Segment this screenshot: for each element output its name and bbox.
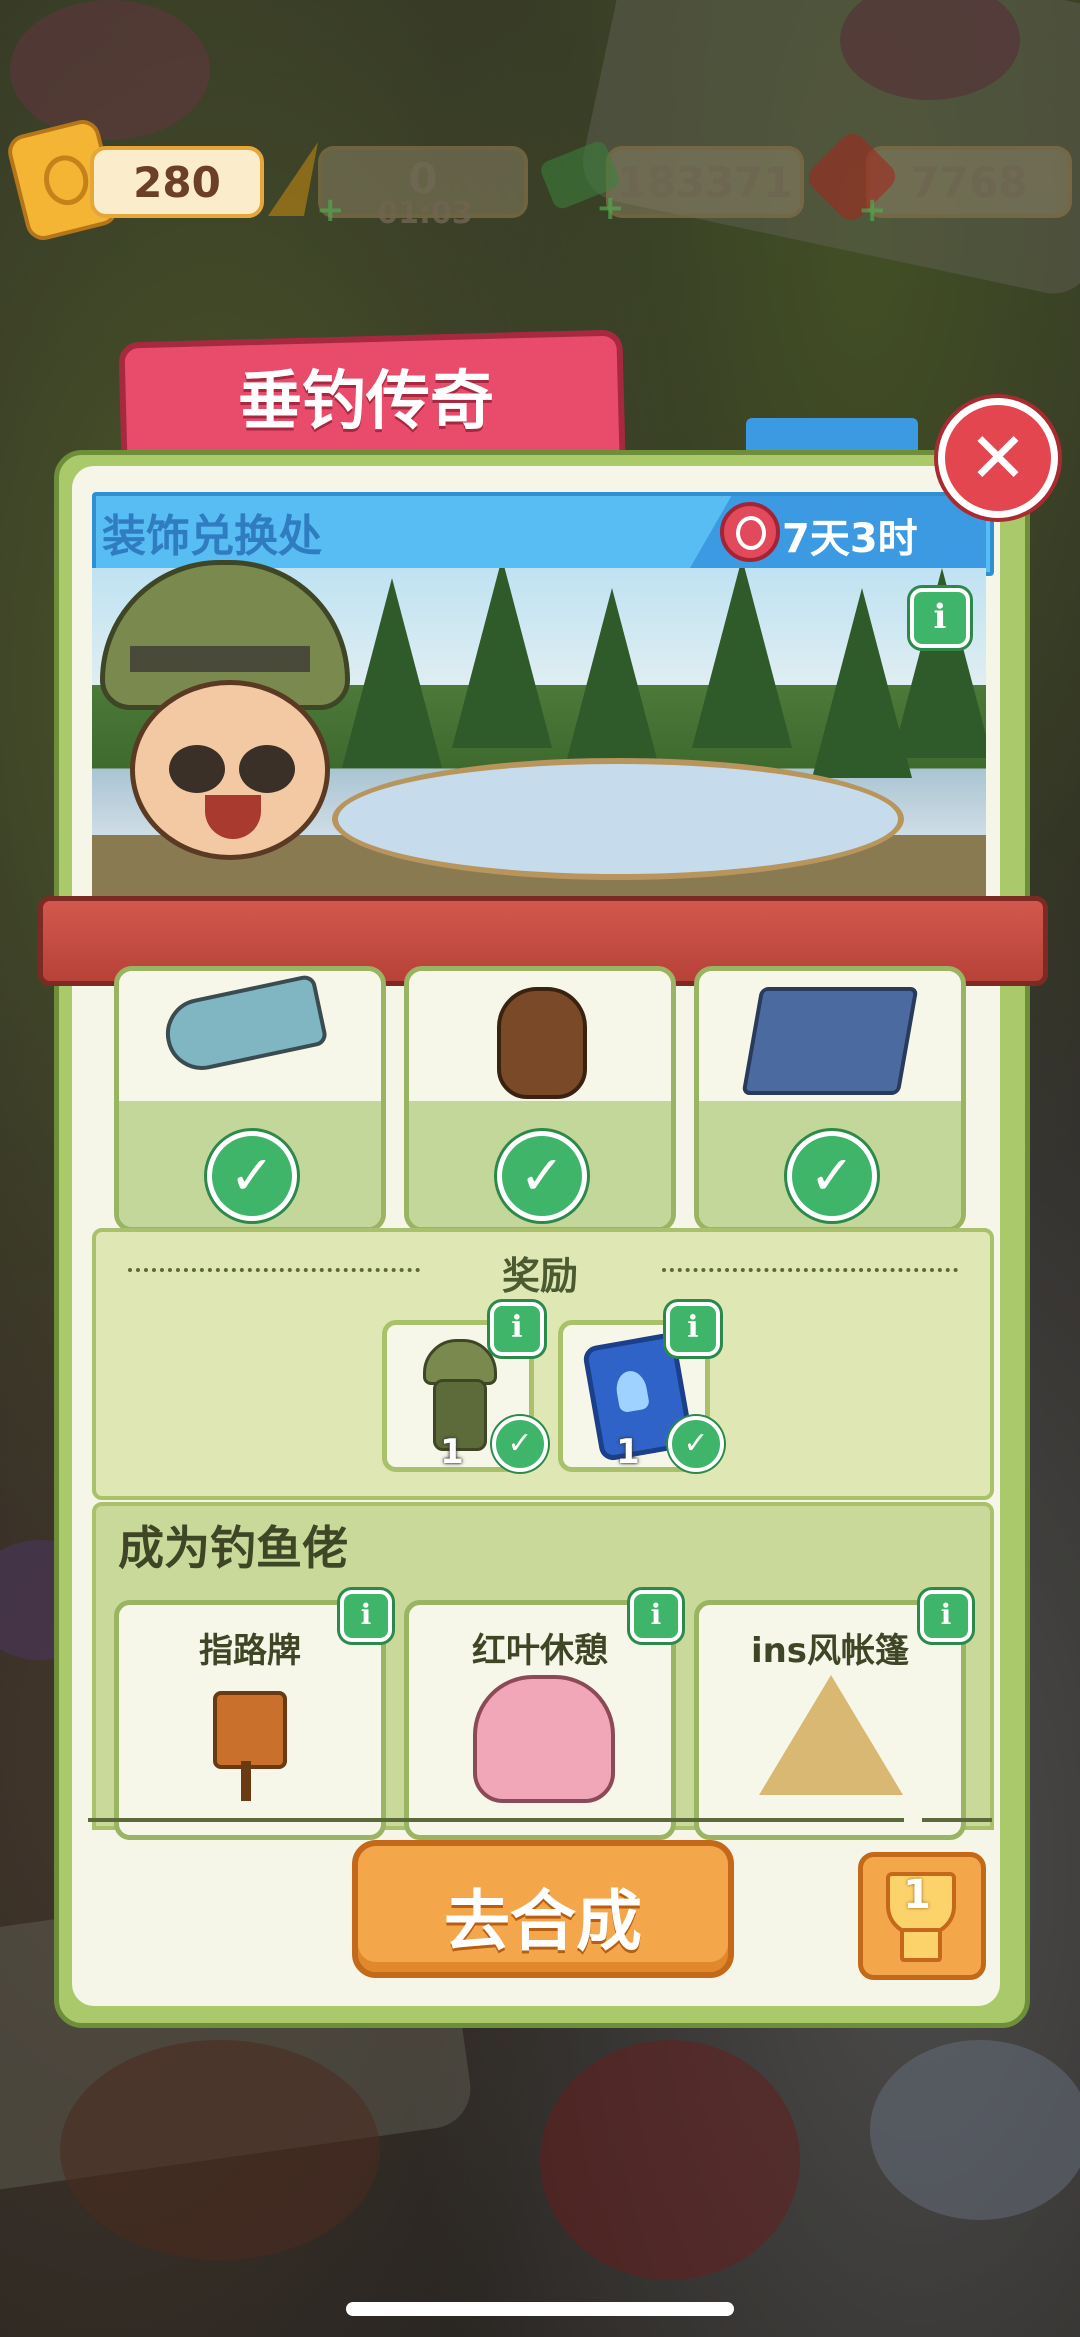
reward-count: 1	[616, 1432, 640, 1472]
completed-check-icon: ✓	[497, 1131, 587, 1221]
add-gem-icon[interactable]: +	[858, 193, 887, 227]
divider	[128, 1268, 420, 1272]
completed-check-icon: ✓	[787, 1131, 877, 1221]
reward-info-icon[interactable]: i	[666, 1302, 720, 1356]
rewards-title: 奖励	[501, 1254, 578, 1298]
deco-info-icon[interactable]: i	[920, 1590, 972, 1642]
signpost-icon	[213, 1681, 287, 1801]
ticket-count: 280	[133, 157, 221, 207]
divider	[662, 1268, 958, 1272]
claimed-check-icon: ✓	[492, 1416, 548, 1472]
close-button[interactable]: ✕	[938, 398, 1058, 518]
item-card-dock[interactable]: ✓	[694, 966, 966, 1232]
fisherman-character	[100, 560, 360, 860]
deco-info-icon[interactable]: i	[340, 1590, 392, 1642]
add-cash-icon[interactable]: +	[596, 191, 625, 225]
event-title: 垂钓传奇	[238, 365, 494, 439]
gem-count: 7768	[910, 157, 1028, 207]
claimed-check-icon: ✓	[668, 1416, 724, 1472]
reward-count: 1	[440, 1432, 464, 1472]
energy-refill-timer: 01:03	[377, 196, 473, 231]
collection-title: 成为钓鱼佬	[118, 1521, 348, 1575]
pink-tree-swing-icon	[473, 1675, 615, 1803]
countdown-text: 7天3时	[782, 516, 918, 562]
trophy-count: 1	[903, 1872, 931, 1918]
collection-scroll-edge	[88, 1818, 904, 1822]
deco-info-icon[interactable]: i	[630, 1590, 682, 1642]
event-info-icon[interactable]: i	[910, 588, 970, 648]
reward-info-icon[interactable]: i	[490, 1302, 544, 1356]
gem-counter[interactable]: 7768	[866, 146, 1072, 218]
cash-count: 183371	[617, 157, 793, 207]
go-merge-label: 去合成	[444, 1883, 642, 1960]
collection-scroll-edge	[922, 1818, 992, 1822]
completed-check-icon: ✓	[207, 1131, 297, 1221]
trophy-base	[900, 1928, 942, 1962]
bear-icon	[497, 987, 587, 1099]
item-card-bear[interactable]: ✓	[404, 966, 676, 1232]
exchange-title: 装饰兑换处	[102, 511, 322, 562]
clock-icon	[720, 502, 780, 562]
home-indicator[interactable]	[346, 2302, 734, 2316]
fishing-dock-icon	[741, 987, 919, 1095]
tent-icon	[759, 1675, 903, 1795]
item-card-fish[interactable]: ✓	[114, 966, 386, 1232]
ticket-counter[interactable]: 280	[90, 146, 264, 218]
close-icon: ✕	[968, 417, 1028, 499]
cash-counter[interactable]: 183371	[606, 146, 804, 218]
